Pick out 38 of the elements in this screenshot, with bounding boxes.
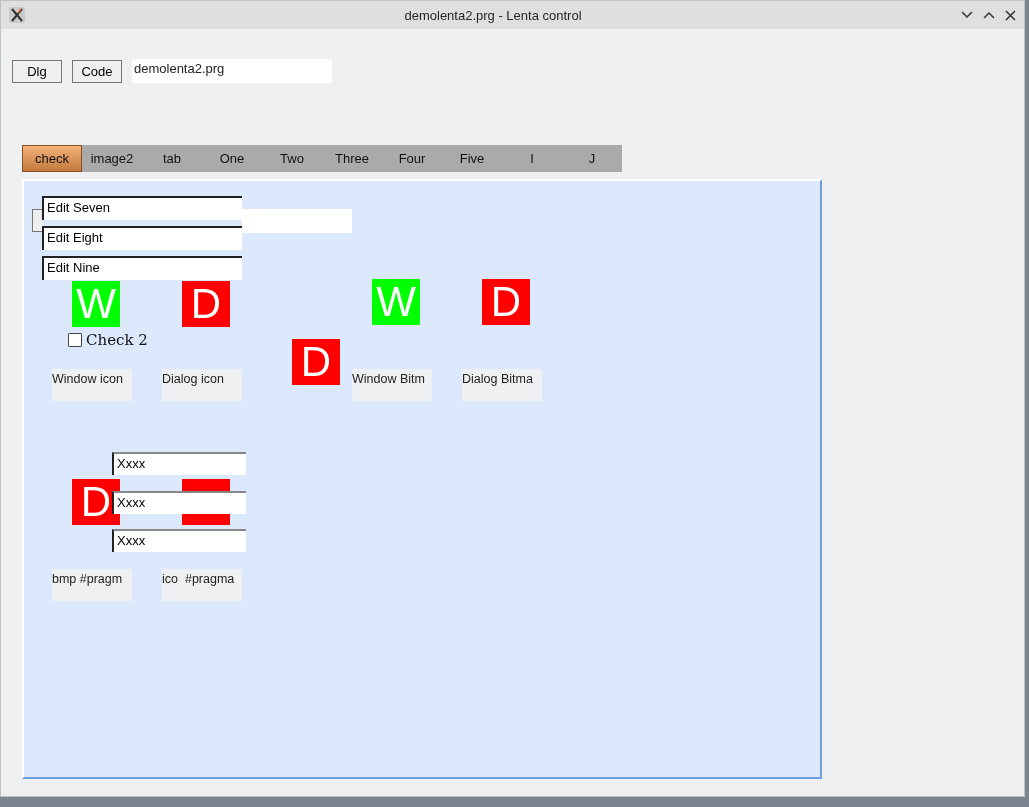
tab[interactable]: check [22, 145, 82, 172]
maximize-icon[interactable] [983, 11, 995, 19]
hidden-button[interactable] [32, 209, 42, 232]
edit-field[interactable]: Edit Seven [42, 196, 242, 220]
input-field[interactable] [242, 209, 352, 233]
close-icon[interactable] [1005, 9, 1016, 21]
tab[interactable]: Three [322, 145, 382, 172]
caption-label: Window icon [52, 369, 132, 401]
app-icon [9, 7, 25, 23]
toolbar-button[interactable]: Code [72, 59, 122, 83]
checkbox[interactable] [68, 333, 82, 347]
letter-image: D [292, 339, 340, 385]
tab[interactable]: J [562, 145, 622, 172]
tab[interactable]: Two [262, 145, 322, 172]
caption-label: Dialog Bitma [462, 369, 542, 401]
letter-image: D [182, 281, 230, 327]
tab[interactable]: One [202, 145, 262, 172]
minimize-icon[interactable] [961, 11, 973, 19]
caption-label: bmp #pragm [52, 569, 132, 601]
toolbar-button[interactable]: Dlg [12, 59, 62, 83]
letter-image: W [72, 281, 120, 327]
caption-label: Dialog icon [162, 369, 242, 401]
tab[interactable]: tab [142, 145, 202, 172]
checkbox-label: Check 2 [86, 331, 148, 349]
tab[interactable]: Five [442, 145, 502, 172]
file-field[interactable]: demolenta2.prg [132, 59, 332, 83]
edit-field[interactable]: Xxxx [112, 529, 246, 552]
tab[interactable]: image2 [82, 145, 142, 172]
tab[interactable]: I [502, 145, 562, 172]
edit-field[interactable]: Edit Nine [42, 256, 242, 280]
caption-label: ico #pragma [162, 569, 242, 601]
letter-image: W [372, 279, 420, 325]
edit-field[interactable]: Xxxx [112, 452, 246, 475]
letter-image: D [482, 279, 530, 325]
window-title: demolenta2.prg - Lenta control [403, 7, 583, 23]
tab[interactable]: Four [382, 145, 442, 172]
caption-label: Window Bitm [352, 369, 432, 401]
edit-field[interactable]: Edit Eight [42, 226, 242, 250]
